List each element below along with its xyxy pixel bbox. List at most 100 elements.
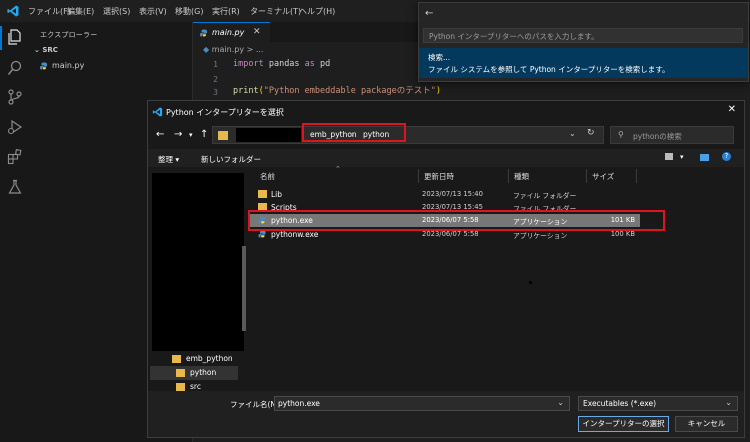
vscode-logo-icon [7, 5, 19, 17]
source-control-icon[interactable] [7, 89, 23, 105]
code-line-1[interactable]: import pandas as pd [233, 59, 330, 69]
active-indicator [0, 26, 2, 50]
preview-pane-icon[interactable] [700, 154, 709, 161]
file-main-py[interactable]: main.py [30, 59, 192, 73]
command-bar: 整理 ▾ 新しいフォルダー ▾ ? [148, 149, 744, 167]
menu-help[interactable]: ヘルプ(H) [299, 6, 335, 17]
file-name: pythonw.exe [271, 230, 319, 239]
file-name: Lib [271, 190, 283, 199]
folder-icon [176, 369, 185, 377]
menu-terminal[interactable]: ターミナル(T) [250, 6, 301, 17]
menu-edit[interactable]: 編集(E) [67, 6, 94, 17]
up-icon[interactable]: ↑ [200, 129, 208, 140]
column-header-date[interactable]: 更新日時 [424, 171, 454, 182]
extensions-icon[interactable] [7, 149, 23, 165]
nav-scrollbar[interactable] [242, 246, 246, 331]
menu-go[interactable]: 移動(G) [175, 6, 203, 17]
back-arrow-icon[interactable]: ← [425, 8, 433, 19]
file-type: アプリケーション [513, 232, 568, 240]
tree-item-label: python [190, 368, 217, 377]
filename-dropdown-icon[interactable]: ⌄ [557, 398, 564, 407]
address-bar[interactable]: emb_python › python ⌄ ↻ [212, 126, 604, 144]
code-token: import [233, 59, 264, 69]
file-main-py-label: main.py [52, 61, 85, 70]
view-options-icon[interactable] [665, 153, 673, 160]
file-highlight-box [248, 210, 665, 231]
run-debug-icon[interactable] [7, 119, 23, 135]
python-file-icon [200, 29, 207, 37]
breadcrumb-icon: ◆ [203, 45, 210, 54]
testing-flask-icon[interactable] [7, 179, 23, 195]
menu-file[interactable]: ファイル(F) [28, 6, 71, 17]
history-chevron-icon[interactable]: ▾ [189, 131, 193, 139]
find-interpreter-item[interactable]: 検索... ファイル システムを参照して Python インタープリターを検索し… [419, 48, 748, 78]
column-header-type[interactable]: 種類 [514, 171, 529, 182]
dialog-title: Python インタープリターを選択 [166, 108, 284, 117]
forward-icon[interactable]: → [174, 129, 182, 140]
search-icon[interactable] [7, 60, 23, 76]
folder-icon [176, 383, 185, 391]
quick-input-widget: ← Python インタープリターへのパスを入力します。 検索... ファイル … [418, 2, 749, 82]
address-highlight-box [302, 123, 406, 142]
tree-item-emb-python[interactable]: emb_python [150, 352, 238, 366]
find-item-description: ファイル システムを参照して Python インタープリターを検索します。 [428, 65, 670, 74]
breadcrumb[interactable]: ◆ main.py > ... [203, 45, 263, 54]
code-token: as [304, 59, 315, 69]
tree-item-python[interactable]: python [150, 366, 238, 380]
filename-input[interactable]: python.exe ⌄ [274, 396, 570, 411]
sort-indicator-icon: ⌃ [335, 165, 341, 173]
explorer-title: エクスプローラー [40, 31, 98, 39]
search-icon: ⚲ [618, 130, 624, 139]
file-list: 名前 ⌃ 更新日時 種類 サイズ Lib 2023/07/13 15:40 ファ… [250, 165, 740, 395]
menu-run[interactable]: 実行(R) [212, 6, 240, 17]
menu-selection[interactable]: 選択(S) [103, 6, 130, 17]
tree-item-label: emb_python [186, 354, 233, 363]
refresh-icon[interactable]: ↻ [587, 128, 595, 138]
back-icon[interactable]: ← [156, 129, 164, 140]
column-header-size[interactable]: サイズ [592, 171, 614, 182]
interpreter-path-input[interactable]: Python インタープリターへのパスを入力します。 [423, 28, 743, 43]
filetype-select[interactable]: Executables (*.exe) ⌄ [578, 396, 738, 411]
organize-button[interactable]: 整理 ▾ [158, 154, 179, 165]
help-icon[interactable]: ? [722, 152, 731, 161]
column-header-name[interactable]: 名前 [260, 171, 275, 182]
new-folder-button[interactable]: 新しいフォルダー [201, 154, 261, 165]
cursor-dot [529, 281, 532, 284]
folder-icon [258, 190, 267, 198]
line-number: 1 [213, 60, 218, 69]
column-separator[interactable] [586, 169, 587, 183]
navigation-row: ← → ▾ ↑ emb_python › python ⌄ ↻ ⚲ python… [148, 124, 744, 146]
file-date: 2023/06/07 5:58 [422, 230, 479, 238]
menu-view[interactable]: 表示(V) [139, 6, 167, 17]
cancel-button[interactable]: キャンセル [675, 416, 738, 432]
column-separator[interactable] [508, 169, 509, 183]
dialog-footer: ファイル名(N): python.exe ⌄ Executables (*.ex… [148, 391, 744, 437]
close-tab-icon[interactable]: ✕ [253, 27, 261, 37]
folder-src[interactable]: ⌄ SRC [34, 46, 58, 54]
file-row-lib[interactable]: Lib 2023/07/13 15:40 ファイル フォルダー [250, 188, 640, 201]
code-token: ) [435, 86, 442, 96]
address-dropdown-icon[interactable]: ⌄ [569, 129, 576, 138]
line-number: 3 [213, 88, 218, 97]
tab-main-py[interactable]: main.py ✕ [193, 22, 270, 43]
filetype-value: Executables (*.exe) [583, 399, 657, 408]
code-line-3[interactable]: print("Python embeddable packageのテスト") [233, 84, 441, 96]
column-separator[interactable] [636, 169, 637, 183]
navigation-pane: emb_python python src [150, 171, 246, 393]
python-file-icon [40, 62, 47, 70]
code-token: print [233, 86, 259, 96]
python-exe-icon [258, 230, 266, 238]
select-interpreter-button[interactable]: インタープリターの選択 [578, 416, 669, 432]
search-box[interactable]: ⚲ pythonの検索 [610, 126, 734, 144]
activity-bar [0, 22, 30, 442]
view-chevron-icon[interactable]: ▾ [680, 153, 684, 161]
explorer-icon[interactable] [7, 29, 23, 45]
filename-value: python.exe [278, 399, 320, 408]
folder-icon [218, 131, 228, 140]
filetype-dropdown-icon[interactable]: ⌄ [725, 398, 732, 407]
column-separator[interactable] [418, 169, 419, 183]
vscode-logo-icon [152, 107, 163, 117]
close-icon[interactable]: ✕ [728, 104, 736, 115]
redacted-path [236, 128, 301, 142]
code-token: pandas [263, 59, 305, 69]
